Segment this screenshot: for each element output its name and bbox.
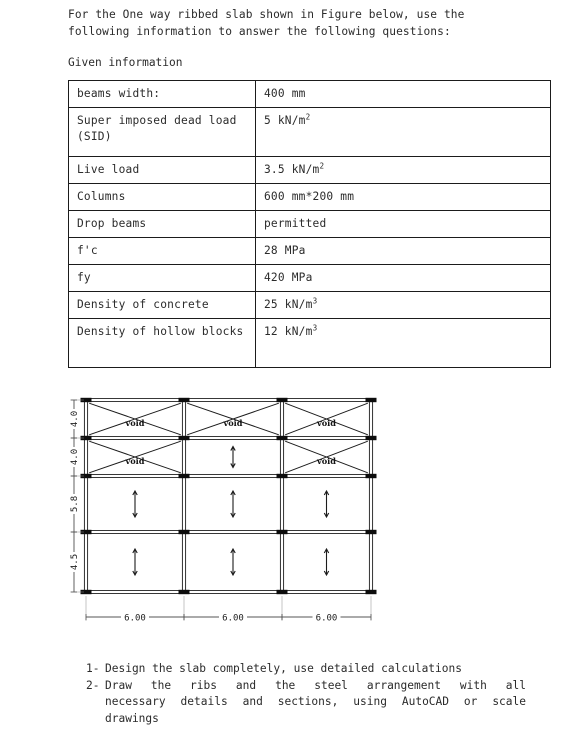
value-text: 420 MPa xyxy=(264,271,313,284)
value-text: 25 kN/m xyxy=(264,298,313,311)
table-cell-key: Live load xyxy=(68,156,256,184)
table-cell-key: f'c xyxy=(68,237,256,265)
question-item: 1- Design the slab completely, use detai… xyxy=(86,661,526,678)
table-row: Density of hollow blocks 12 kN/m3 xyxy=(68,318,551,368)
value-text: permitted xyxy=(264,217,327,230)
column-marker xyxy=(365,529,377,535)
column-marker xyxy=(178,529,190,535)
question-line: drawings xyxy=(105,711,159,725)
value-superscript: 2 xyxy=(305,112,311,122)
table-cell-value: 28 MPa xyxy=(255,237,551,265)
structural-plan-svg: void void void void void 6.00 6.00 6.00 4.0 4.0 5.… xyxy=(68,397,377,624)
value-superscript: 3 xyxy=(312,296,318,306)
value-text: 12 kN/m xyxy=(264,325,313,338)
value-text: 5 kN/m xyxy=(264,114,306,127)
column-marker xyxy=(178,473,190,479)
table-row: beams width: 400 mm xyxy=(68,80,551,108)
column-marker xyxy=(178,435,190,441)
column-marker xyxy=(276,397,288,403)
value-text: 400 mm xyxy=(264,87,306,100)
dimension-label-horizontal: 6.00 xyxy=(316,614,338,624)
table-cell-key: Density of hollow blocks xyxy=(68,318,256,368)
given-information-label: Given information xyxy=(68,56,183,69)
table-cell-value: 600 mm*200 mm xyxy=(255,183,551,211)
column-marker xyxy=(178,589,190,595)
question-number: 1- xyxy=(86,662,100,675)
value-superscript: 2 xyxy=(319,161,325,171)
table-row: Drop beams permitted xyxy=(68,210,551,238)
questions-list: 1- Design the slab completely, use detai… xyxy=(86,661,526,727)
structural-plan-figure: void void void void void 6.00 6.00 6.00 4.0 4.0 5.… xyxy=(68,392,388,640)
dimension-label-vertical: 4.5 xyxy=(70,554,80,570)
table-cell-key: Drop beams xyxy=(68,210,256,238)
table-row: f'c 28 MPa xyxy=(68,237,551,265)
table-cell-value: permitted xyxy=(255,210,551,238)
question-line: Draw the ribs and the steel arrangement … xyxy=(105,678,526,692)
question-line: necessary details and sections, using Au… xyxy=(105,695,526,708)
void-label: void xyxy=(316,456,336,466)
value-text: 600 mm*200 mm xyxy=(264,190,355,203)
table-cell-key: fy xyxy=(68,264,256,292)
column-marker xyxy=(178,397,190,403)
dimension-label-vertical: 5.8 xyxy=(70,496,80,512)
dimension-label-vertical: 4.0 xyxy=(70,449,80,465)
table-cell-value: 400 mm xyxy=(255,80,551,108)
column-marker xyxy=(276,435,288,441)
question-item: 2- Draw the ribs and the steel arrangeme… xyxy=(86,678,526,728)
value-superscript: 3 xyxy=(312,323,318,333)
column-marker xyxy=(276,589,288,595)
void-label: void xyxy=(222,418,242,428)
column-marker xyxy=(276,473,288,479)
column-marker xyxy=(365,589,377,595)
table-cell-key: Density of concrete xyxy=(68,291,256,319)
question-text: Draw the ribs and the steel arrangement … xyxy=(105,678,526,728)
intro-paragraph: For the One way ribbed slab shown in Fig… xyxy=(68,8,465,38)
column-marker xyxy=(365,435,377,441)
table-cell-value: 25 kN/m3 xyxy=(255,291,551,319)
table-row: Columns 600 mm*200 mm xyxy=(68,183,551,211)
table-cell-value: 3.5 kN/m2 xyxy=(255,156,551,184)
column-marker xyxy=(365,397,377,403)
dimension-label-horizontal: 6.00 xyxy=(124,614,146,624)
table-cell-value: 5 kN/m2 xyxy=(255,107,551,157)
given-table-body: beams width: 400 mm Super imposed dead l… xyxy=(68,80,551,368)
table-row: Live load 3.5 kN/m2 xyxy=(68,156,551,184)
dimension-label-horizontal: 6.00 xyxy=(222,614,244,624)
void-label: void xyxy=(316,418,336,428)
table-row: Density of concrete 25 kN/m3 xyxy=(68,291,551,319)
value-text: 3.5 kN/m xyxy=(264,163,320,176)
table-cell-value: 420 MPa xyxy=(255,264,551,292)
dimension-label-vertical: 4.0 xyxy=(70,411,80,427)
table-cell-key: Super imposed dead load (SID) xyxy=(68,107,256,157)
table-row: Super imposed dead load (SID) 5 kN/m2 xyxy=(68,107,551,157)
given-information-table: beams width: 400 mm Super imposed dead l… xyxy=(68,80,551,368)
table-row: fy 420 MPa xyxy=(68,264,551,292)
void-label: void xyxy=(124,418,144,428)
table-cell-value: 12 kN/m3 xyxy=(255,318,551,368)
column-marker xyxy=(276,529,288,535)
table-cell-key: beams width: xyxy=(68,80,256,108)
table-cell-key: Columns xyxy=(68,183,256,211)
question-number: 2- xyxy=(86,678,100,692)
column-marker xyxy=(365,473,377,479)
void-label: void xyxy=(124,456,144,466)
value-text: 28 MPa xyxy=(264,244,306,257)
question-text: Design the slab completely, use detailed… xyxy=(105,662,462,675)
